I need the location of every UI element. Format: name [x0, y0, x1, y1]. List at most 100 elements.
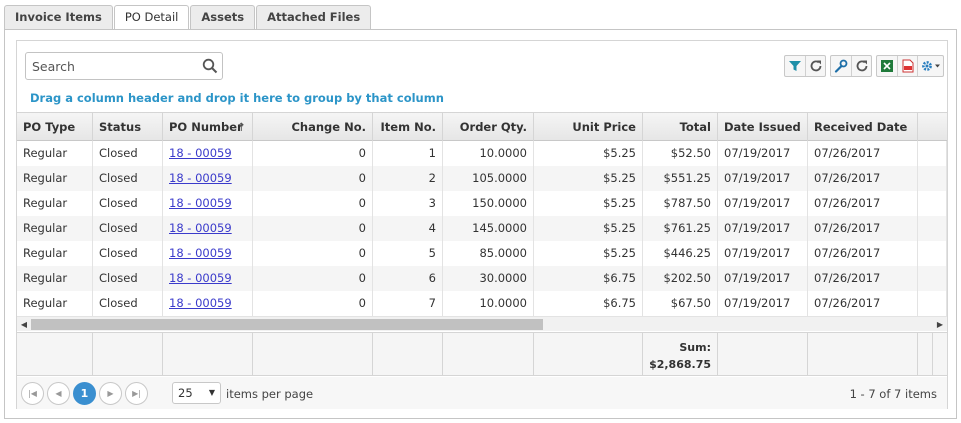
table-row[interactable]: Regular Closed 18 - 00059 0 2 105.0000 $5.25 $5…: [17, 166, 947, 191]
column-header-change-no[interactable]: Change No.: [253, 113, 373, 141]
cell-overflow: [918, 141, 947, 166]
search-box[interactable]: [25, 52, 223, 80]
grid-toolbar: [780, 55, 944, 77]
first-page-button[interactable]: |◀: [21, 382, 44, 405]
cell-po-type: Regular: [17, 266, 93, 291]
page-button-current[interactable]: 1: [73, 382, 96, 405]
cell-po-number: 18 - 00059: [163, 191, 253, 216]
cell-change-no: 0: [253, 291, 373, 316]
filter-icon[interactable]: [785, 56, 805, 76]
cell-received-date: 07/26/2017: [808, 216, 918, 241]
refresh-icon[interactable]: [851, 56, 871, 76]
cell-item-no: 5: [373, 241, 443, 266]
column-header-overflow[interactable]: [918, 113, 947, 141]
refresh-icon[interactable]: [805, 56, 825, 76]
cell-po-type: Regular: [17, 191, 93, 216]
tab-attached-files[interactable]: Attached Files: [256, 5, 372, 30]
cell-date-issued: 07/19/2017: [718, 216, 808, 241]
cell-order-qty: 105.0000: [443, 166, 534, 191]
cell-unit-price: $5.25: [534, 241, 643, 266]
table-row[interactable]: Regular Closed 18 - 00059 0 3 150.0000 $5.25 $7…: [17, 191, 947, 216]
pdf-icon[interactable]: [897, 56, 917, 76]
last-page-button[interactable]: ▶|: [125, 382, 148, 405]
cell-overflow: [918, 191, 947, 216]
column-header-date-issued[interactable]: Date Issued: [718, 113, 808, 141]
table-row[interactable]: Regular Closed 18 - 00059 0 4 145.0000 $5.25 $7…: [17, 216, 947, 241]
cell-item-no: 3: [373, 191, 443, 216]
po-number-link[interactable]: 18 - 00059: [169, 196, 232, 210]
cell-po-type: Regular: [17, 166, 93, 191]
po-number-link[interactable]: 18 - 00059: [169, 246, 232, 260]
grid-header: PO Type Status PO Number ↑ Change No. It…: [17, 112, 947, 141]
sum-value: $2,868.75: [649, 358, 711, 371]
total-sum: Sum: $2,868.75: [643, 333, 718, 376]
cell-total: $446.25: [643, 241, 718, 266]
cell-item-no: 7: [373, 291, 443, 316]
cell-status: Closed: [93, 141, 163, 166]
column-header-received-date[interactable]: Received Date: [808, 113, 918, 141]
cell-order-qty: 145.0000: [443, 216, 534, 241]
tab-assets[interactable]: Assets: [190, 5, 256, 30]
cell-po-type: Regular: [17, 241, 93, 266]
po-number-link[interactable]: 18 - 00059: [169, 271, 232, 285]
cell-received-date: 07/26/2017: [808, 241, 918, 266]
cell-item-no: 2: [373, 166, 443, 191]
cell-po-number: 18 - 00059: [163, 266, 253, 291]
cell-unit-price: $6.75: [534, 266, 643, 291]
cell-status: Closed: [93, 216, 163, 241]
previous-page-button[interactable]: ◀: [47, 382, 70, 405]
po-number-link[interactable]: 18 - 00059: [169, 146, 232, 160]
cell-date-issued: 07/19/2017: [718, 266, 808, 291]
column-header-item-no[interactable]: Item No.: [373, 113, 443, 141]
cell-change-no: 0: [253, 141, 373, 166]
grid-footer: Sum: $2,868.75: [17, 332, 947, 376]
column-header-po-number[interactable]: PO Number ↑: [163, 113, 253, 141]
table-row[interactable]: Regular Closed 18 - 00059 0 1 10.0000 $5.25 $52…: [17, 141, 947, 166]
column-header-po-type[interactable]: PO Type: [17, 113, 93, 141]
tab-invoice-items[interactable]: Invoice Items: [4, 5, 113, 30]
group-by-hint[interactable]: Drag a column header and drop it here to…: [30, 91, 444, 105]
pager-info: 1 - 7 of 7 items: [849, 387, 937, 401]
scroll-left-icon[interactable]: ◀: [17, 317, 31, 332]
tab-panel: Drag a column header and drop it here to…: [4, 29, 957, 419]
tab-po-detail[interactable]: PO Detail: [113, 5, 190, 31]
pager: |◀ ◀ 1 ▶ ▶| 25 ▼ items per page 1 - 7 of…: [17, 377, 947, 409]
scroll-right-icon[interactable]: ▶: [933, 317, 947, 332]
cell-overflow: [918, 216, 947, 241]
cell-unit-price: $5.25: [534, 216, 643, 241]
cell-order-qty: 10.0000: [443, 291, 534, 316]
sort-ascending-icon: ↑: [236, 120, 246, 134]
po-number-link[interactable]: 18 - 00059: [169, 296, 232, 310]
table-row[interactable]: Regular Closed 18 - 00059 0 7 10.0000 $6.75 $67…: [17, 291, 947, 316]
cell-po-number: 18 - 00059: [163, 241, 253, 266]
scrollbar-thumb[interactable]: [31, 319, 543, 330]
po-number-link[interactable]: 18 - 00059: [169, 171, 232, 185]
page-size-select[interactable]: 25 ▼: [172, 382, 221, 404]
cell-date-issued: 07/19/2017: [718, 291, 808, 316]
cell-unit-price: $6.75: [534, 291, 643, 316]
wrench-icon[interactable]: [831, 56, 851, 76]
table-row[interactable]: Regular Closed 18 - 00059 0 6 30.0000 $6.75 $20…: [17, 266, 947, 291]
column-header-unit-price[interactable]: Unit Price: [534, 113, 643, 141]
table-row[interactable]: Regular Closed 18 - 00059 0 5 85.0000 $5.25 $44…: [17, 241, 947, 266]
excel-icon[interactable]: [877, 56, 897, 76]
search-input[interactable]: [26, 53, 196, 79]
horizontal-scrollbar[interactable]: ◀ ▶: [17, 316, 947, 331]
search-icon[interactable]: [202, 58, 218, 77]
cell-po-type: Regular: [17, 141, 93, 166]
column-header-total[interactable]: Total: [643, 113, 718, 141]
page-size-value: 25: [178, 386, 193, 400]
cell-item-no: 1: [373, 141, 443, 166]
column-header-order-qty[interactable]: Order Qty.: [443, 113, 534, 141]
cell-po-type: Regular: [17, 291, 93, 316]
cell-total: $52.50: [643, 141, 718, 166]
gear-icon[interactable]: [917, 56, 943, 76]
next-page-button[interactable]: ▶: [99, 382, 122, 405]
cell-item-no: 4: [373, 216, 443, 241]
cell-received-date: 07/26/2017: [808, 191, 918, 216]
column-header-status[interactable]: Status: [93, 113, 163, 141]
cell-overflow: [918, 166, 947, 191]
po-number-link[interactable]: 18 - 00059: [169, 221, 232, 235]
cell-total: $761.25: [643, 216, 718, 241]
cell-date-issued: 07/19/2017: [718, 191, 808, 216]
